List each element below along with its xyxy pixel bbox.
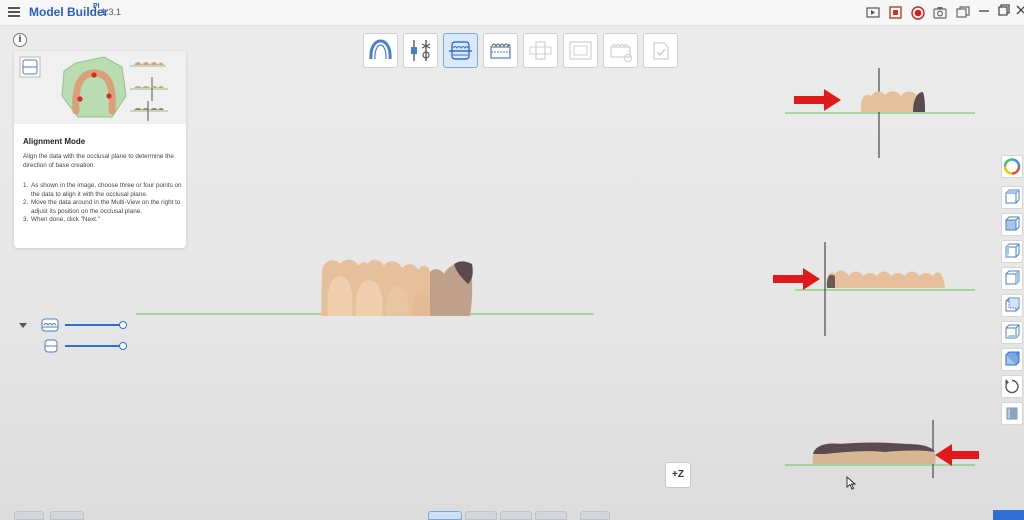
menu-icon[interactable]: [8, 7, 20, 18]
main-3d-model[interactable]: [130, 250, 600, 325]
multiview-front[interactable]: [785, 68, 977, 160]
label-tool-button[interactable]: [603, 33, 638, 68]
bottom-view-tab[interactable]: [428, 511, 462, 520]
bottom-left-button[interactable]: [14, 511, 44, 520]
guide-description: Align the data with the occlusal plane t…: [23, 153, 174, 169]
multiview-side[interactable]: [795, 242, 977, 338]
lower-jaw-opacity-slider[interactable]: [18, 339, 130, 353]
record-icon[interactable]: [911, 6, 925, 20]
view-bottom-button[interactable]: [1001, 321, 1023, 344]
guide-step: 2. Move the data around in the Multi-View…: [23, 199, 181, 215]
guide-step: 3. When done, click "Next.": [23, 216, 100, 224]
cube-left-icon: [1005, 243, 1020, 258]
app-version: 1.3.1: [101, 7, 122, 17]
guide-steps: 1. As shown in the image, choose three or…: [23, 182, 183, 225]
maximize-icon[interactable]: [997, 4, 1011, 20]
die-tool-button[interactable]: [523, 33, 558, 68]
shading-mode-button[interactable]: [1001, 402, 1023, 425]
bottom-left-button[interactable]: [50, 511, 84, 520]
view-top-button[interactable]: [1001, 186, 1023, 209]
view-back-button[interactable]: [1001, 294, 1023, 317]
title-bar: Model Builder PI 1.3.1: [0, 0, 1024, 26]
bottom-view-tab[interactable]: [580, 511, 610, 520]
slider-track: [65, 324, 123, 326]
reset-view-button[interactable]: [1001, 375, 1023, 398]
cube-iso-icon: [1005, 351, 1020, 366]
bottom-view-tab[interactable]: [465, 511, 497, 520]
teeth-model: [321, 259, 473, 316]
slider-track: [65, 345, 123, 347]
color-wheel-button[interactable]: [1001, 155, 1023, 178]
view-iso-button[interactable]: [1001, 348, 1023, 371]
camera-icon[interactable]: [933, 6, 947, 19]
rotate-icon: [1005, 379, 1019, 394]
slider-knob[interactable]: [119, 342, 127, 350]
cube-top-icon: [1005, 189, 1020, 204]
teeth-model: [826, 270, 945, 288]
close-icon[interactable]: [1015, 4, 1024, 20]
red-arrow-icon: [794, 89, 841, 111]
finish-icon: [653, 42, 669, 60]
next-button[interactable]: [993, 510, 1024, 520]
base-tool-button[interactable]: [483, 33, 518, 68]
guide-step: 1. As shown in the image, choose three or…: [23, 182, 182, 198]
trim-icon: [411, 40, 431, 61]
minimize-icon[interactable]: [977, 4, 991, 20]
view-front-button[interactable]: [1001, 213, 1023, 236]
shading-icon: [1006, 407, 1018, 420]
arch-icon: [369, 39, 392, 60]
alignment-icon: [449, 41, 472, 60]
lower-jaw-icon: [44, 339, 58, 353]
info-icon[interactable]: i: [13, 33, 27, 47]
label-icon: [610, 44, 632, 62]
upper-jaw-opacity-slider[interactable]: [18, 318, 130, 332]
mouse-cursor-icon: [846, 476, 856, 490]
view-icon[interactable]: [866, 6, 880, 19]
cube-front-icon: [1005, 216, 1020, 231]
color-wheel-icon: [1003, 158, 1021, 175]
finish-tool-button[interactable]: [643, 33, 678, 68]
view-right-button[interactable]: [1001, 267, 1023, 290]
bottom-view-tab[interactable]: [500, 511, 532, 520]
guide-illustration: [14, 51, 186, 124]
upper-jaw-icon: [41, 318, 59, 332]
app-edition-badge: PI: [93, 3, 100, 10]
view-left-button[interactable]: [1001, 240, 1023, 263]
slider-knob[interactable]: [119, 321, 127, 329]
cube-back-icon: [1005, 297, 1020, 312]
red-arrow-icon: [773, 268, 820, 290]
die-icon: [529, 41, 552, 60]
frame-tool-button[interactable]: [563, 33, 598, 68]
cube-bottom-icon: [1005, 324, 1020, 339]
base-icon: [490, 43, 511, 59]
cube-right-icon: [1005, 270, 1020, 285]
alignment-tool-button[interactable]: [443, 33, 478, 68]
arch-tool-button[interactable]: [363, 33, 398, 68]
bottom-view-tab[interactable]: [535, 511, 567, 520]
guide-title: Alignment Mode: [23, 137, 86, 146]
red-arrow-icon: [935, 444, 979, 466]
frame-icon: [569, 41, 592, 60]
plus-z-button[interactable]: +Z: [665, 462, 691, 488]
guide-panel: Alignment Mode Align the data with the o…: [14, 51, 186, 248]
capture-region-icon[interactable]: [889, 6, 903, 19]
window-mode-icon[interactable]: [956, 6, 970, 19]
trim-tool-button[interactable]: [403, 33, 438, 68]
